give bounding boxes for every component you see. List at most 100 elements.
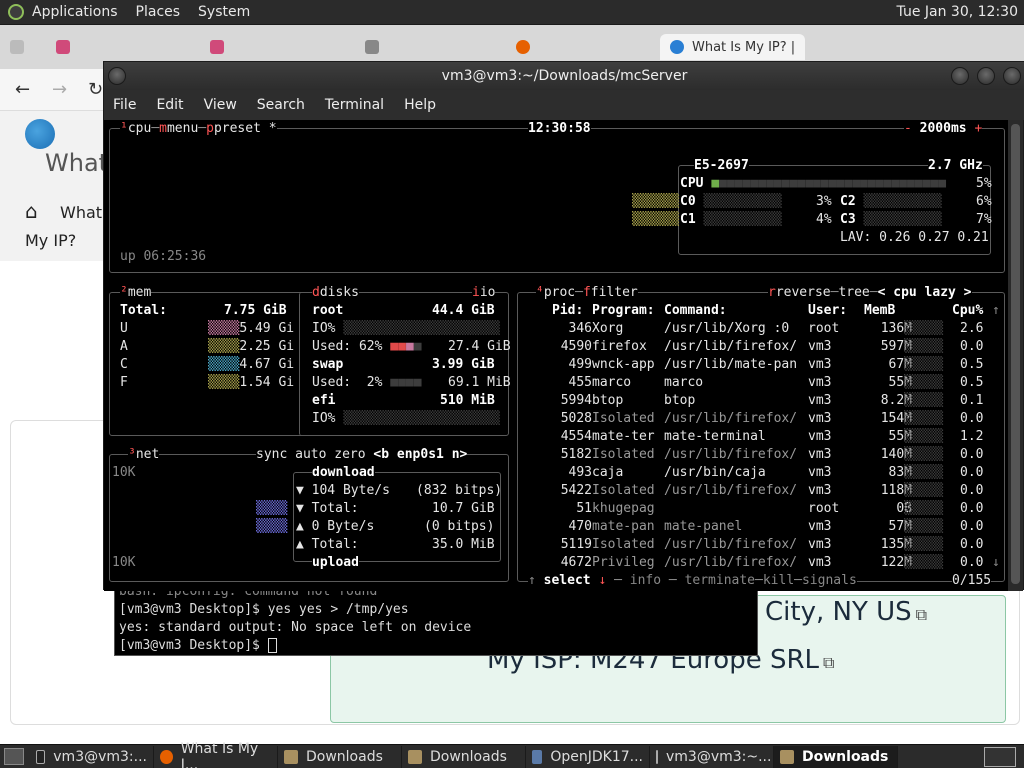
menu-edit[interactable]: Edit (156, 97, 183, 113)
browser-tab[interactable] (10, 34, 32, 60)
process-row[interactable] (520, 482, 1000, 500)
browser-tab[interactable] (365, 34, 387, 60)
proc-reverse[interactable]: reverse (776, 285, 831, 300)
col-command[interactable]: Command: (664, 302, 727, 320)
footer-terminate[interactable]: terminate (685, 573, 755, 588)
net-interface[interactable]: <b enp0s1 n> (373, 447, 467, 462)
menu-label[interactable]: menu (167, 121, 198, 136)
col-pid[interactable]: Pid: (552, 302, 583, 320)
footer-info[interactable]: info (630, 573, 661, 588)
menu-file[interactable]: File (113, 97, 136, 113)
process-row[interactable] (520, 446, 1000, 464)
mate-logo-icon[interactable] (8, 4, 24, 20)
taskbar-item[interactable]: vm3@vm3:~... (650, 745, 774, 768)
browser-tab[interactable] (210, 34, 232, 60)
menu-help[interactable]: Help (404, 97, 436, 113)
menu-places[interactable]: Places (136, 4, 181, 20)
minimize-button[interactable] (951, 67, 969, 85)
menu-terminal[interactable]: Terminal (325, 97, 384, 113)
process-row[interactable] (520, 464, 1000, 482)
net-upload-total-value: 35.0 MiB (432, 537, 495, 552)
proc-filter[interactable]: filter (591, 285, 638, 300)
browser-tab[interactable] (56, 34, 78, 60)
footer-kill[interactable]: kill (763, 573, 794, 588)
terminal-scrollbar[interactable] (1008, 120, 1023, 591)
terminal-titlebar[interactable]: vm3@vm3:~/Downloads/mcServer (104, 62, 1024, 90)
site-logo-icon[interactable] (25, 119, 55, 149)
mem-row-value: 4.67 Gi (239, 357, 295, 372)
disk-root-size: 44.4 GiB (432, 303, 495, 318)
net-title[interactable]: ³net (128, 446, 160, 464)
cpu-label[interactable]: cpu (128, 121, 151, 136)
copy-icon[interactable]: ⧉ (916, 605, 927, 625)
btop-screen[interactable]: ¹cpu─mmenu─ppreset * 12:30:58 - 2000ms +… (104, 120, 1010, 591)
proc-sort[interactable]: < cpu lazy > (878, 285, 972, 300)
net-sync[interactable]: sync (256, 447, 287, 462)
core-bar: ▒▒▒▒▒▒▒▒▒▒ (863, 194, 942, 209)
process-row[interactable] (520, 410, 1000, 428)
taskbar-item[interactable]: What Is My I... (154, 741, 278, 768)
browser-tab-active[interactable]: What Is My IP? | (660, 34, 806, 60)
home-icon[interactable]: ⌂ (25, 199, 38, 223)
col-cpu[interactable]: Cpu% (952, 302, 983, 320)
footer-signals[interactable]: signals (802, 573, 857, 588)
disk-efi-label: efi (312, 393, 336, 408)
back-terminal[interactable]: bash: ipconfig: command not found [vm3@v… (114, 580, 758, 656)
breadcrumb-home[interactable]: What (60, 203, 102, 222)
process-row[interactable] (520, 392, 1000, 410)
menu-system[interactable]: System (198, 4, 250, 20)
disks-title[interactable]: ddisks (312, 284, 359, 302)
net-scale-top: 10K (112, 465, 136, 480)
interval-minus[interactable]: - (904, 121, 912, 136)
forward-arrow-icon[interactable]: → (52, 79, 67, 100)
panel-clock[interactable]: Tue Jan 30, 12:30 (897, 4, 1018, 20)
process-row[interactable] (520, 338, 1000, 356)
menu-view[interactable]: View (204, 97, 237, 113)
process-row[interactable] (520, 536, 1000, 554)
footer-select[interactable]: select (544, 573, 591, 588)
scroll-up-icon[interactable]: ↑ (992, 302, 1000, 320)
proc-title[interactable]: proc (544, 285, 575, 300)
process-row[interactable] (520, 320, 1000, 338)
scrollbar-thumb[interactable] (1011, 124, 1020, 584)
scroll-down-icon[interactable]: ↓ (992, 554, 1000, 572)
taskbar-item[interactable]: Downloads (402, 745, 526, 768)
col-memb[interactable]: MemB (864, 302, 895, 320)
process-row[interactable] (520, 356, 1000, 374)
close-button[interactable] (1003, 67, 1021, 85)
net-zero[interactable]: zero (334, 447, 365, 462)
workspace-switcher[interactable] (984, 747, 1016, 767)
interval-plus[interactable]: + (974, 121, 982, 136)
taskbar-item-active[interactable]: Downloads (774, 745, 898, 768)
net-total-label: Total: (311, 501, 359, 516)
interval-control[interactable]: - 2000ms + (904, 120, 983, 138)
show-desktop-button[interactable] (4, 748, 24, 765)
preset-label[interactable]: preset (214, 121, 261, 136)
menu-search[interactable]: Search (257, 97, 305, 113)
taskbar-label: What Is My I... (180, 740, 259, 768)
taskbar-item[interactable]: Downloads (278, 745, 402, 768)
process-row[interactable] (520, 554, 1000, 572)
copy-icon[interactable]: ⧉ (823, 653, 834, 673)
proc-tree[interactable]: tree (838, 285, 869, 300)
col-user[interactable]: User: (808, 302, 847, 320)
process-row[interactable] (520, 374, 1000, 392)
taskbar-item[interactable]: OpenJDK17... (526, 745, 650, 768)
process-row[interactable] (520, 428, 1000, 446)
process-row[interactable] (520, 518, 1000, 536)
cpu-total-row: CPU ■■■■■■■■■■■■■■■■■■■■■■■■■■■■■■ (680, 175, 946, 193)
window-menu-button[interactable] (108, 67, 126, 85)
reload-icon[interactable]: ↻ (88, 79, 103, 100)
back-arrow-icon[interactable]: ← (15, 79, 30, 100)
taskbar-item[interactable]: vm3@vm3:... (30, 745, 154, 768)
disks-io-toggle[interactable]: iio (472, 284, 496, 302)
browser-tab[interactable] (516, 34, 538, 60)
maximize-button[interactable] (977, 67, 995, 85)
net-auto[interactable]: auto (295, 447, 326, 462)
breadcrumb-line2[interactable]: My IP? (25, 231, 76, 250)
mem-title[interactable]: ²mem (120, 284, 152, 302)
menu-applications[interactable]: Applications (32, 4, 118, 20)
folder-icon (284, 749, 298, 764)
col-program[interactable]: Program: (592, 302, 655, 320)
process-row[interactable] (520, 500, 1000, 518)
